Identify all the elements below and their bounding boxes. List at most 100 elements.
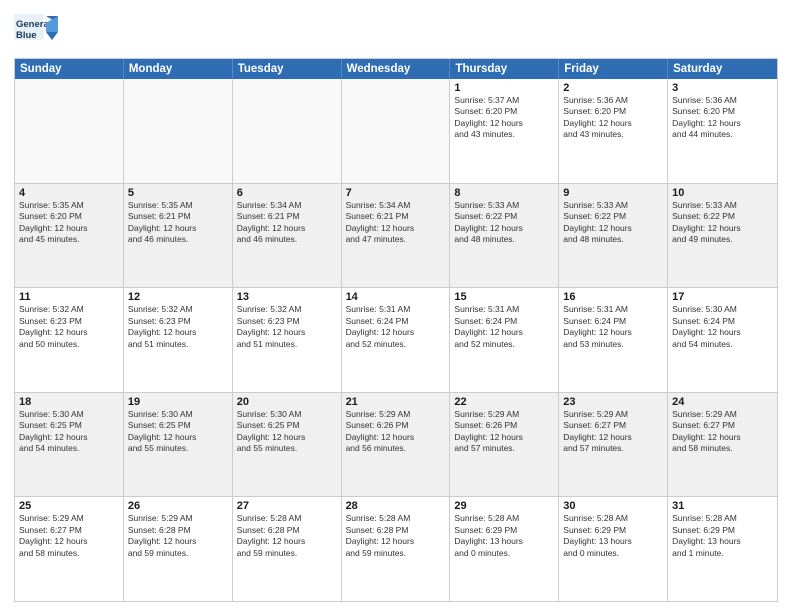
- day-cell-31: 31Sunrise: 5:28 AM Sunset: 6:29 PM Dayli…: [668, 497, 777, 601]
- calendar-row-4: 25Sunrise: 5:29 AM Sunset: 6:27 PM Dayli…: [15, 496, 777, 601]
- day-cell-14: 14Sunrise: 5:31 AM Sunset: 6:24 PM Dayli…: [342, 288, 451, 392]
- day-number: 26: [128, 500, 228, 512]
- day-cell-17: 17Sunrise: 5:30 AM Sunset: 6:24 PM Dayli…: [668, 288, 777, 392]
- day-number: 5: [128, 187, 228, 199]
- day-info: Sunrise: 5:29 AM Sunset: 6:27 PM Dayligh…: [563, 409, 663, 455]
- day-cell-10: 10Sunrise: 5:33 AM Sunset: 6:22 PM Dayli…: [668, 184, 777, 288]
- day-info: Sunrise: 5:30 AM Sunset: 6:24 PM Dayligh…: [672, 304, 773, 350]
- calendar-row-1: 4Sunrise: 5:35 AM Sunset: 6:20 PM Daylig…: [15, 183, 777, 288]
- day-info: Sunrise: 5:30 AM Sunset: 6:25 PM Dayligh…: [237, 409, 337, 455]
- day-number: 21: [346, 396, 446, 408]
- day-cell-25: 25Sunrise: 5:29 AM Sunset: 6:27 PM Dayli…: [15, 497, 124, 601]
- day-number: 29: [454, 500, 554, 512]
- day-info: Sunrise: 5:35 AM Sunset: 6:20 PM Dayligh…: [19, 200, 119, 246]
- day-info: Sunrise: 5:34 AM Sunset: 6:21 PM Dayligh…: [346, 200, 446, 246]
- day-number: 16: [563, 291, 663, 303]
- day-cell-26: 26Sunrise: 5:29 AM Sunset: 6:28 PM Dayli…: [124, 497, 233, 601]
- day-number: 17: [672, 291, 773, 303]
- day-info: Sunrise: 5:29 AM Sunset: 6:27 PM Dayligh…: [19, 513, 119, 559]
- day-info: Sunrise: 5:30 AM Sunset: 6:25 PM Dayligh…: [128, 409, 228, 455]
- day-cell-5: 5Sunrise: 5:35 AM Sunset: 6:21 PM Daylig…: [124, 184, 233, 288]
- empty-cell: [15, 79, 124, 183]
- logo: General Blue: [14, 10, 104, 50]
- day-info: Sunrise: 5:32 AM Sunset: 6:23 PM Dayligh…: [19, 304, 119, 350]
- day-cell-15: 15Sunrise: 5:31 AM Sunset: 6:24 PM Dayli…: [450, 288, 559, 392]
- header-day-thursday: Thursday: [450, 59, 559, 79]
- day-cell-9: 9Sunrise: 5:33 AM Sunset: 6:22 PM Daylig…: [559, 184, 668, 288]
- day-info: Sunrise: 5:28 AM Sunset: 6:28 PM Dayligh…: [237, 513, 337, 559]
- day-cell-19: 19Sunrise: 5:30 AM Sunset: 6:25 PM Dayli…: [124, 393, 233, 497]
- day-cell-29: 29Sunrise: 5:28 AM Sunset: 6:29 PM Dayli…: [450, 497, 559, 601]
- day-number: 4: [19, 187, 119, 199]
- day-cell-24: 24Sunrise: 5:29 AM Sunset: 6:27 PM Dayli…: [668, 393, 777, 497]
- header-day-saturday: Saturday: [668, 59, 777, 79]
- day-number: 11: [19, 291, 119, 303]
- day-info: Sunrise: 5:29 AM Sunset: 6:26 PM Dayligh…: [346, 409, 446, 455]
- empty-cell: [233, 79, 342, 183]
- day-info: Sunrise: 5:33 AM Sunset: 6:22 PM Dayligh…: [454, 200, 554, 246]
- day-number: 9: [563, 187, 663, 199]
- day-number: 18: [19, 396, 119, 408]
- calendar-row-3: 18Sunrise: 5:30 AM Sunset: 6:25 PM Dayli…: [15, 392, 777, 497]
- day-cell-27: 27Sunrise: 5:28 AM Sunset: 6:28 PM Dayli…: [233, 497, 342, 601]
- day-cell-2: 2Sunrise: 5:36 AM Sunset: 6:20 PM Daylig…: [559, 79, 668, 183]
- calendar-body: 1Sunrise: 5:37 AM Sunset: 6:20 PM Daylig…: [15, 79, 777, 601]
- header-day-monday: Monday: [124, 59, 233, 79]
- day-number: 24: [672, 396, 773, 408]
- day-cell-3: 3Sunrise: 5:36 AM Sunset: 6:20 PM Daylig…: [668, 79, 777, 183]
- day-info: Sunrise: 5:29 AM Sunset: 6:26 PM Dayligh…: [454, 409, 554, 455]
- day-cell-4: 4Sunrise: 5:35 AM Sunset: 6:20 PM Daylig…: [15, 184, 124, 288]
- day-info: Sunrise: 5:33 AM Sunset: 6:22 PM Dayligh…: [672, 200, 773, 246]
- day-number: 30: [563, 500, 663, 512]
- day-number: 10: [672, 187, 773, 199]
- day-info: Sunrise: 5:36 AM Sunset: 6:20 PM Dayligh…: [672, 95, 773, 141]
- day-info: Sunrise: 5:32 AM Sunset: 6:23 PM Dayligh…: [128, 304, 228, 350]
- day-number: 14: [346, 291, 446, 303]
- day-number: 28: [346, 500, 446, 512]
- header-day-sunday: Sunday: [15, 59, 124, 79]
- day-info: Sunrise: 5:31 AM Sunset: 6:24 PM Dayligh…: [346, 304, 446, 350]
- day-number: 19: [128, 396, 228, 408]
- day-cell-20: 20Sunrise: 5:30 AM Sunset: 6:25 PM Dayli…: [233, 393, 342, 497]
- day-cell-22: 22Sunrise: 5:29 AM Sunset: 6:26 PM Dayli…: [450, 393, 559, 497]
- header: General Blue: [14, 10, 778, 50]
- day-number: 2: [563, 82, 663, 94]
- day-cell-21: 21Sunrise: 5:29 AM Sunset: 6:26 PM Dayli…: [342, 393, 451, 497]
- day-number: 7: [346, 187, 446, 199]
- day-info: Sunrise: 5:28 AM Sunset: 6:29 PM Dayligh…: [672, 513, 773, 559]
- day-info: Sunrise: 5:30 AM Sunset: 6:25 PM Dayligh…: [19, 409, 119, 455]
- day-info: Sunrise: 5:37 AM Sunset: 6:20 PM Dayligh…: [454, 95, 554, 141]
- day-number: 12: [128, 291, 228, 303]
- day-number: 20: [237, 396, 337, 408]
- day-info: Sunrise: 5:36 AM Sunset: 6:20 PM Dayligh…: [563, 95, 663, 141]
- calendar: SundayMondayTuesdayWednesdayThursdayFrid…: [14, 58, 778, 602]
- day-cell-6: 6Sunrise: 5:34 AM Sunset: 6:21 PM Daylig…: [233, 184, 342, 288]
- day-number: 25: [19, 500, 119, 512]
- day-info: Sunrise: 5:29 AM Sunset: 6:27 PM Dayligh…: [672, 409, 773, 455]
- day-cell-11: 11Sunrise: 5:32 AM Sunset: 6:23 PM Dayli…: [15, 288, 124, 392]
- day-info: Sunrise: 5:35 AM Sunset: 6:21 PM Dayligh…: [128, 200, 228, 246]
- day-number: 31: [672, 500, 773, 512]
- empty-cell: [342, 79, 451, 183]
- day-cell-13: 13Sunrise: 5:32 AM Sunset: 6:23 PM Dayli…: [233, 288, 342, 392]
- day-info: Sunrise: 5:28 AM Sunset: 6:29 PM Dayligh…: [454, 513, 554, 559]
- day-number: 1: [454, 82, 554, 94]
- day-number: 6: [237, 187, 337, 199]
- day-number: 8: [454, 187, 554, 199]
- day-cell-7: 7Sunrise: 5:34 AM Sunset: 6:21 PM Daylig…: [342, 184, 451, 288]
- day-info: Sunrise: 5:29 AM Sunset: 6:28 PM Dayligh…: [128, 513, 228, 559]
- day-info: Sunrise: 5:33 AM Sunset: 6:22 PM Dayligh…: [563, 200, 663, 246]
- day-cell-30: 30Sunrise: 5:28 AM Sunset: 6:29 PM Dayli…: [559, 497, 668, 601]
- page: General Blue SundayMondayTuesdayWednesda…: [0, 0, 792, 612]
- day-cell-28: 28Sunrise: 5:28 AM Sunset: 6:28 PM Dayli…: [342, 497, 451, 601]
- day-number: 15: [454, 291, 554, 303]
- header-day-tuesday: Tuesday: [233, 59, 342, 79]
- empty-cell: [124, 79, 233, 183]
- day-info: Sunrise: 5:31 AM Sunset: 6:24 PM Dayligh…: [563, 304, 663, 350]
- calendar-row-0: 1Sunrise: 5:37 AM Sunset: 6:20 PM Daylig…: [15, 79, 777, 183]
- day-info: Sunrise: 5:34 AM Sunset: 6:21 PM Dayligh…: [237, 200, 337, 246]
- day-number: 13: [237, 291, 337, 303]
- day-number: 27: [237, 500, 337, 512]
- day-info: Sunrise: 5:28 AM Sunset: 6:28 PM Dayligh…: [346, 513, 446, 559]
- day-cell-8: 8Sunrise: 5:33 AM Sunset: 6:22 PM Daylig…: [450, 184, 559, 288]
